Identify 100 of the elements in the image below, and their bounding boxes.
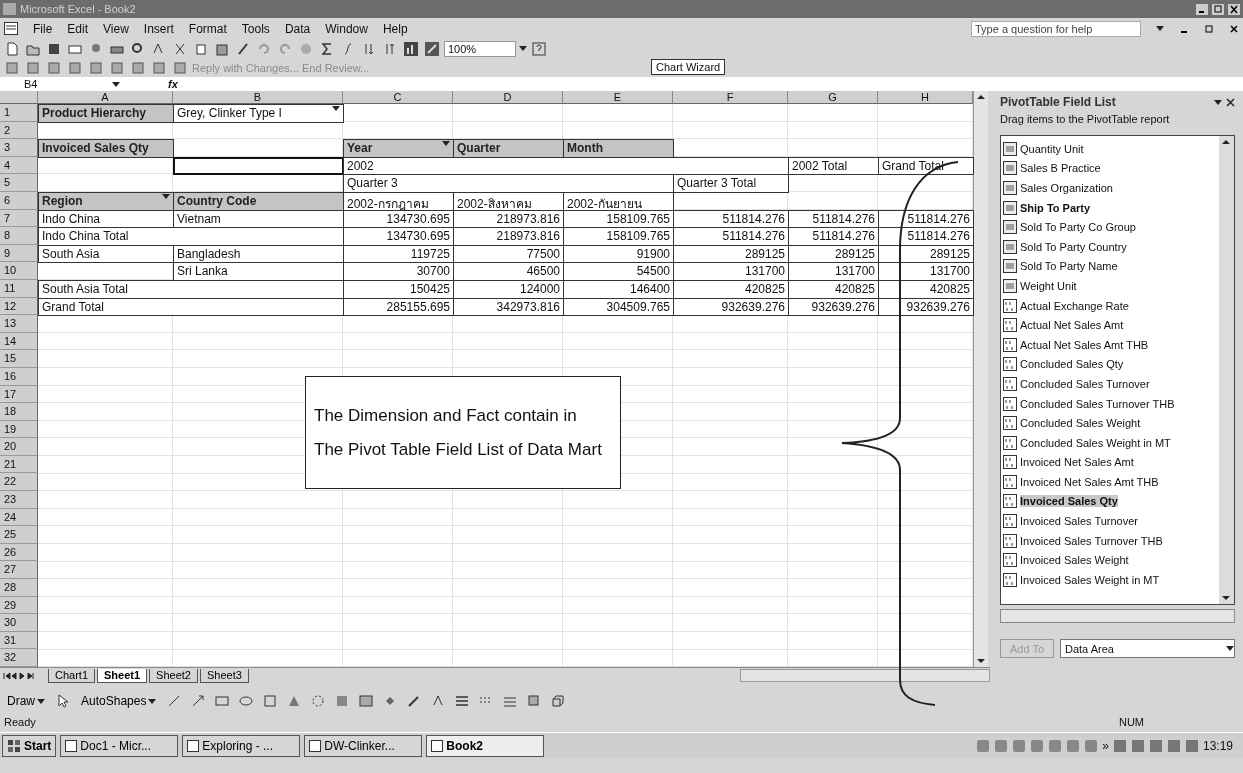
field-list-item[interactable]: Sold To Party Name <box>1003 256 1217 277</box>
row-header[interactable]: 8 <box>0 227 38 245</box>
taskbar-button[interactable]: Exploring - ... <box>182 734 301 757</box>
column-header[interactable]: C <box>343 91 453 104</box>
select-all-button[interactable] <box>0 91 38 104</box>
field-list-item[interactable]: Quantity Unit <box>1003 139 1217 159</box>
start-button[interactable]: Start <box>2 734 57 757</box>
row-header[interactable]: 5 <box>0 174 38 192</box>
vertical-scrollbar[interactable] <box>973 91 988 667</box>
menu-item[interactable]: Edit <box>67 21 89 36</box>
taskbar-button[interactable]: Doc1 - Micr... <box>60 734 179 757</box>
close-icon[interactable] <box>1228 3 1240 15</box>
menu-item[interactable]: Insert <box>143 21 174 36</box>
menu-item[interactable]: View <box>103 21 129 36</box>
menu-item[interactable]: Format <box>188 21 227 36</box>
menu-item[interactable]: Tools <box>241 21 270 36</box>
field-list-item[interactable]: Invoiced Net Sales Amt <box>1003 452 1217 473</box>
quick-launch-icon[interactable] <box>1048 738 1063 753</box>
field-list-item[interactable]: Invoiced Sales Turnover THB <box>1003 530 1217 551</box>
column-header[interactable]: E <box>563 91 673 104</box>
pivot-field-button[interactable]: Invoiced Sales Qty <box>38 139 174 158</box>
field-list-item[interactable]: Invoiced Sales Weight <box>1003 550 1217 571</box>
quick-launch-icon[interactable] <box>1084 738 1099 753</box>
pivot-field-button[interactable]: Quarter <box>453 139 564 158</box>
menu-item[interactable]: Help <box>382 21 408 36</box>
taskbar-button[interactable]: Book2 <box>426 734 545 757</box>
row-header[interactable]: 28 <box>0 579 38 597</box>
row-header[interactable]: 18 <box>0 403 38 421</box>
field-list-item[interactable]: Actual Exchange Rate <box>1003 295 1217 316</box>
tray-icon[interactable] <box>1130 738 1145 753</box>
field-list-item[interactable]: Invoiced Sales Turnover <box>1003 511 1217 531</box>
horizontal-scrollbar[interactable] <box>740 669 990 682</box>
row-header[interactable]: 23 <box>0 491 38 509</box>
row-header[interactable]: 30 <box>0 614 38 632</box>
field-list-item[interactable]: Invoiced Net Sales Amt THB <box>1003 472 1217 492</box>
field-list-item[interactable]: Actual Net Sales Amt THB <box>1003 334 1217 355</box>
overflow-chevron[interactable]: » <box>1102 738 1109 753</box>
field-list-item[interactable]: Concluded Sales Turnover THB <box>1003 393 1217 414</box>
horizontal-scrollbar[interactable] <box>1000 609 1235 623</box>
pivot-field-button[interactable]: Region <box>38 191 174 211</box>
name-box[interactable]: B4 <box>24 77 104 91</box>
quick-launch-icon[interactable] <box>994 738 1009 753</box>
field-list-item[interactable]: Sales B Practice <box>1003 158 1217 179</box>
field-list-item[interactable]: Concluded Sales Weight <box>1003 413 1217 433</box>
row-header[interactable]: 15 <box>0 350 38 368</box>
close-icon[interactable] <box>1226 97 1235 107</box>
taskbar-button[interactable]: DW-Clinker... <box>304 734 423 757</box>
row-header[interactable]: 25 <box>0 526 38 544</box>
column-header[interactable]: B <box>173 91 343 104</box>
tray-icon[interactable] <box>1112 738 1127 753</box>
pivot-field-button[interactable]: Country Code <box>173 191 344 211</box>
vertical-scrollbar[interactable] <box>1219 136 1234 604</box>
minimize-icon[interactable] <box>1196 3 1208 15</box>
tray-icon[interactable] <box>1184 738 1199 753</box>
column-header[interactable]: G <box>788 91 878 104</box>
field-list-item[interactable]: Ship To Party <box>1003 197 1217 218</box>
pivot-field-button[interactable]: Product Hierarchy <box>38 104 174 123</box>
help-search-field[interactable]: Type a question for help <box>971 20 1141 37</box>
field-list-item[interactable]: Concluded Sales Qty <box>1003 354 1217 375</box>
quick-launch-icon[interactable] <box>1030 738 1045 753</box>
quick-launch-icon[interactable] <box>1012 738 1027 753</box>
row-header[interactable]: 3 <box>0 139 38 157</box>
row-header[interactable]: 10 <box>0 262 38 280</box>
sheet-tab[interactable]: Sheet3 <box>200 668 249 683</box>
quick-launch-icon[interactable] <box>1066 738 1081 753</box>
menu-item[interactable]: Data <box>284 21 311 36</box>
field-list-item[interactable]: Weight Unit <box>1003 276 1217 296</box>
row-header[interactable]: 27 <box>0 561 38 580</box>
field-list-item[interactable]: Invoiced Sales Qty <box>1003 491 1217 512</box>
row-header[interactable]: 20 <box>0 438 38 456</box>
row-header[interactable]: 13 <box>0 315 38 333</box>
draw-menu-button[interactable]: Draw <box>4 692 48 710</box>
column-header[interactable]: A <box>38 91 173 104</box>
row-header[interactable]: 32 <box>0 649 38 667</box>
sheet-tab[interactable]: Sheet2 <box>149 668 198 683</box>
row-header[interactable]: 22 <box>0 473 38 492</box>
column-header[interactable]: F <box>673 91 788 104</box>
column-header[interactable]: H <box>878 91 973 104</box>
maximize-icon[interactable] <box>1212 3 1224 15</box>
pivot-field-button[interactable]: Month <box>563 139 674 158</box>
field-list-item[interactable]: Actual Net Sales Amt <box>1003 315 1217 335</box>
field-list-item[interactable]: Sales Organization <box>1003 178 1217 198</box>
autoshapes-menu-button[interactable]: AutoShapes <box>78 692 160 710</box>
field-list-item[interactable]: Sold To Party Country <box>1003 236 1217 257</box>
close-icon[interactable] <box>1229 23 1239 34</box>
restore-icon[interactable] <box>1204 23 1214 34</box>
field-list-item[interactable]: Concluded Sales Weight in MT <box>1003 432 1217 453</box>
tray-icon[interactable] <box>1166 738 1181 753</box>
menu-item[interactable]: Window <box>325 21 368 36</box>
row-header[interactable]: 1 <box>0 104 38 122</box>
field-list-item[interactable]: Concluded Sales Turnover <box>1003 374 1217 394</box>
quick-launch-icon[interactable] <box>976 738 991 753</box>
sheet-tab[interactable]: Chart1 <box>48 668 96 683</box>
page-field-dropdown[interactable]: Grey, Clinker Type I <box>173 104 344 123</box>
tray-icon[interactable] <box>1148 738 1163 753</box>
field-list-item[interactable]: Invoiced Sales Weight in MT <box>1003 570 1217 590</box>
workbook-icon[interactable] <box>4 22 18 35</box>
menu-item[interactable]: File <box>33 21 53 36</box>
selected-cell[interactable] <box>173 156 344 176</box>
sheet-tab[interactable]: Sheet1 <box>97 668 148 683</box>
